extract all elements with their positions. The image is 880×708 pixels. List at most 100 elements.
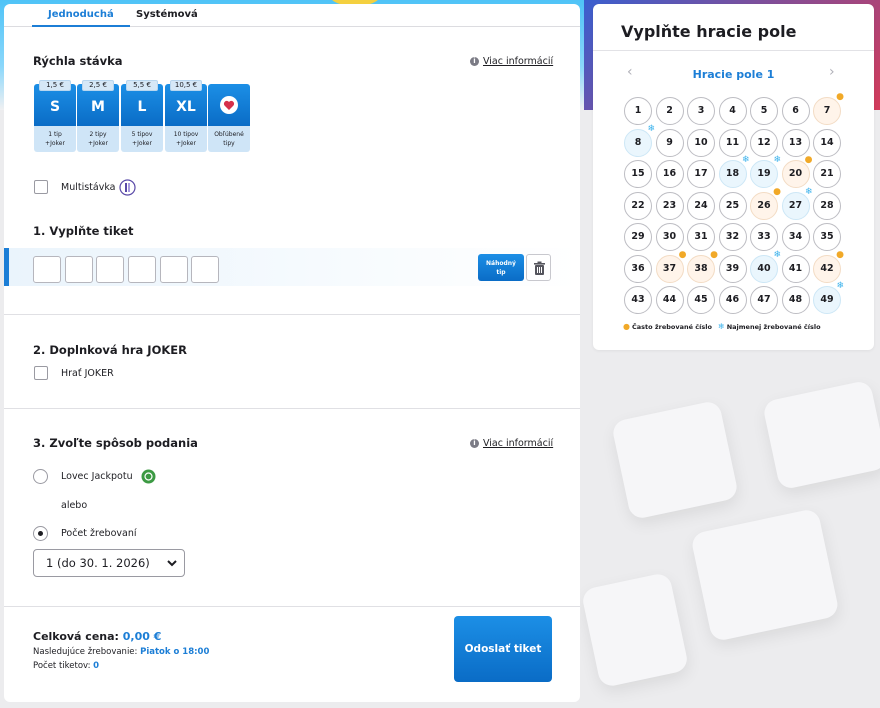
trash-icon bbox=[534, 261, 545, 275]
number-ball[interactable]: 9 bbox=[655, 128, 684, 157]
multi-bet-label: Multistávka bbox=[61, 182, 116, 193]
random-tip-button[interactable]: Náhodný tip bbox=[478, 254, 524, 281]
ticket-number-cell[interactable] bbox=[96, 256, 124, 283]
number-ball[interactable]: 44 bbox=[655, 286, 684, 314]
number-ball[interactable]: 22 bbox=[624, 191, 652, 220]
submission-info-link[interactable]: i Viac informácií bbox=[470, 438, 553, 449]
number-ball[interactable]: 6 bbox=[781, 97, 810, 125]
number-ball[interactable]: 45 bbox=[687, 286, 715, 314]
ticket-count-label: Počet tiketov: bbox=[33, 661, 91, 671]
chevron-down-icon bbox=[167, 560, 177, 567]
number-ball[interactable]: 27 ❄ bbox=[781, 187, 813, 220]
number-ball[interactable]: 34 bbox=[781, 223, 810, 251]
joker-title: 2. Doplnková hra JOKER bbox=[33, 343, 187, 357]
number-ball[interactable]: 31 bbox=[687, 223, 715, 251]
quick-bet-price: 2,5 € bbox=[82, 80, 114, 91]
next-draw-label: Nasledujúce žrebovanie: bbox=[33, 647, 138, 657]
quick-bet-m[interactable]: 2,5 € M 2 tipy +Joker bbox=[77, 80, 119, 152]
quick-bet-desc: 1 tip +Joker bbox=[34, 126, 76, 152]
quick-bet-favorite[interactable]: Obľúbené tipy bbox=[208, 84, 250, 156]
ticket-row-indicator bbox=[4, 248, 9, 286]
number-ball[interactable]: 23 bbox=[655, 191, 684, 220]
info-link-text: Viac informácií bbox=[483, 56, 554, 67]
quick-bet-l[interactable]: 5,5 € L 5 tipov +Joker bbox=[121, 80, 163, 152]
jackpot-hunter-label: Lovec Jackpotu bbox=[61, 471, 133, 482]
number-ball[interactable]: 4 bbox=[718, 97, 747, 125]
total-price: Celková cena: 0,00 € bbox=[33, 630, 161, 643]
number-ball[interactable]: 11 bbox=[718, 128, 747, 157]
ticket-number-cell[interactable] bbox=[191, 256, 219, 283]
number-ball[interactable]: 41 bbox=[781, 254, 810, 283]
number-ball[interactable]: 47 bbox=[750, 286, 778, 314]
number-ball[interactable]: 21 bbox=[813, 160, 841, 188]
number-ball[interactable]: 40 ❄ bbox=[750, 250, 781, 283]
tab-simple[interactable]: Jednoduchá bbox=[32, 9, 130, 27]
ticket-number-cell[interactable] bbox=[65, 256, 93, 283]
number-ball[interactable]: 24 bbox=[687, 191, 715, 220]
tab-system[interactable]: Systémová bbox=[136, 9, 198, 20]
draw-count-radio[interactable] bbox=[33, 526, 48, 541]
number-ball[interactable]: 35 bbox=[813, 223, 841, 251]
number-ball[interactable]: 2 bbox=[655, 97, 684, 125]
number-ball[interactable]: 18 ❄ bbox=[718, 156, 750, 188]
quick-bet-s[interactable]: 1,5 € S 1 tip +Joker bbox=[34, 80, 76, 152]
number-ball[interactable]: 1 bbox=[624, 97, 652, 125]
number-ball[interactable]: 46 bbox=[718, 286, 747, 314]
number-ball[interactable]: 7 ● bbox=[813, 93, 844, 125]
number-ball[interactable]: 42 ● bbox=[813, 250, 844, 283]
tab-bar: Jednoduchá Systémová bbox=[4, 4, 580, 27]
number-ball[interactable]: 8 ❄ bbox=[624, 124, 655, 157]
number-ball[interactable]: 26 ● bbox=[750, 187, 781, 220]
draw-count-select-value: 1 (do 30. 1. 2026) bbox=[46, 556, 150, 570]
number-ball[interactable]: 15 bbox=[624, 160, 652, 188]
number-ball[interactable]: 12 bbox=[750, 128, 778, 157]
number-ball[interactable]: 32 bbox=[718, 223, 747, 251]
draw-count-select[interactable]: 1 (do 30. 1. 2026) bbox=[33, 549, 185, 577]
number-ball[interactable]: 19 ❄ bbox=[750, 156, 781, 188]
number-ball[interactable]: 28 bbox=[813, 191, 841, 220]
send-ticket-button[interactable]: Odoslať tiket bbox=[454, 616, 552, 682]
ticket-number-cell[interactable] bbox=[33, 256, 61, 283]
number-ball[interactable]: 49 ❄ bbox=[813, 282, 844, 314]
number-ball[interactable]: 48 bbox=[781, 286, 810, 314]
quick-bet-info-link[interactable]: i Viac informácií bbox=[470, 56, 553, 67]
total-price-value: 0,00 € bbox=[122, 630, 162, 643]
info-icon: i bbox=[470, 439, 479, 448]
number-ball[interactable]: 25 bbox=[718, 191, 747, 220]
jackpot-hunter-radio[interactable] bbox=[33, 469, 48, 484]
legend-hot: ● Často žrebované číslo bbox=[623, 322, 712, 331]
multi-bet-checkbox[interactable] bbox=[34, 180, 48, 194]
number-ball[interactable]: 10 bbox=[687, 128, 715, 157]
number-ball[interactable]: 36 bbox=[624, 254, 652, 283]
cold-number-icon: ❄ bbox=[647, 123, 655, 134]
next-field-arrow[interactable]: › bbox=[829, 64, 835, 80]
hot-number-icon: ● bbox=[836, 92, 844, 102]
number-ball[interactable]: 30 bbox=[655, 223, 684, 251]
number-ball[interactable]: 38 ● bbox=[687, 250, 718, 283]
number-ball[interactable]: 17 bbox=[687, 160, 715, 188]
joker-checkbox[interactable] bbox=[34, 366, 48, 380]
number-ball[interactable]: 5 bbox=[750, 97, 778, 125]
number-ball[interactable]: 37 ● bbox=[655, 250, 687, 283]
cold-number-icon: ❄ bbox=[741, 155, 750, 165]
heart-icon bbox=[220, 96, 238, 114]
number-ball[interactable]: 14 bbox=[813, 128, 841, 157]
hot-number-icon: ● bbox=[710, 249, 718, 260]
number-ball[interactable]: 33 bbox=[750, 223, 778, 251]
number-ball[interactable]: 29 bbox=[624, 223, 652, 251]
number-ball[interactable]: 39 bbox=[718, 254, 747, 283]
delete-ticket-button[interactable] bbox=[526, 254, 551, 281]
info-icon: i bbox=[470, 57, 479, 66]
legend-cold-text: Najmenej žrebované číslo bbox=[726, 322, 821, 331]
info-link-text: Viac informácií bbox=[483, 438, 554, 449]
number-ball[interactable]: 13 bbox=[781, 128, 810, 157]
number-ball[interactable]: 43 bbox=[624, 286, 652, 314]
bg-tile bbox=[610, 399, 740, 521]
ticket-number-cell[interactable] bbox=[128, 256, 156, 283]
or-label: alebo bbox=[61, 500, 88, 511]
quick-bet-xl[interactable]: 10,5 € XL 10 tipov +Joker bbox=[165, 80, 207, 152]
ticket-number-cell[interactable] bbox=[160, 256, 188, 283]
number-ball[interactable]: 16 bbox=[655, 160, 684, 188]
number-ball[interactable]: 3 bbox=[687, 97, 715, 125]
number-ball[interactable]: 20 ● bbox=[781, 156, 813, 188]
